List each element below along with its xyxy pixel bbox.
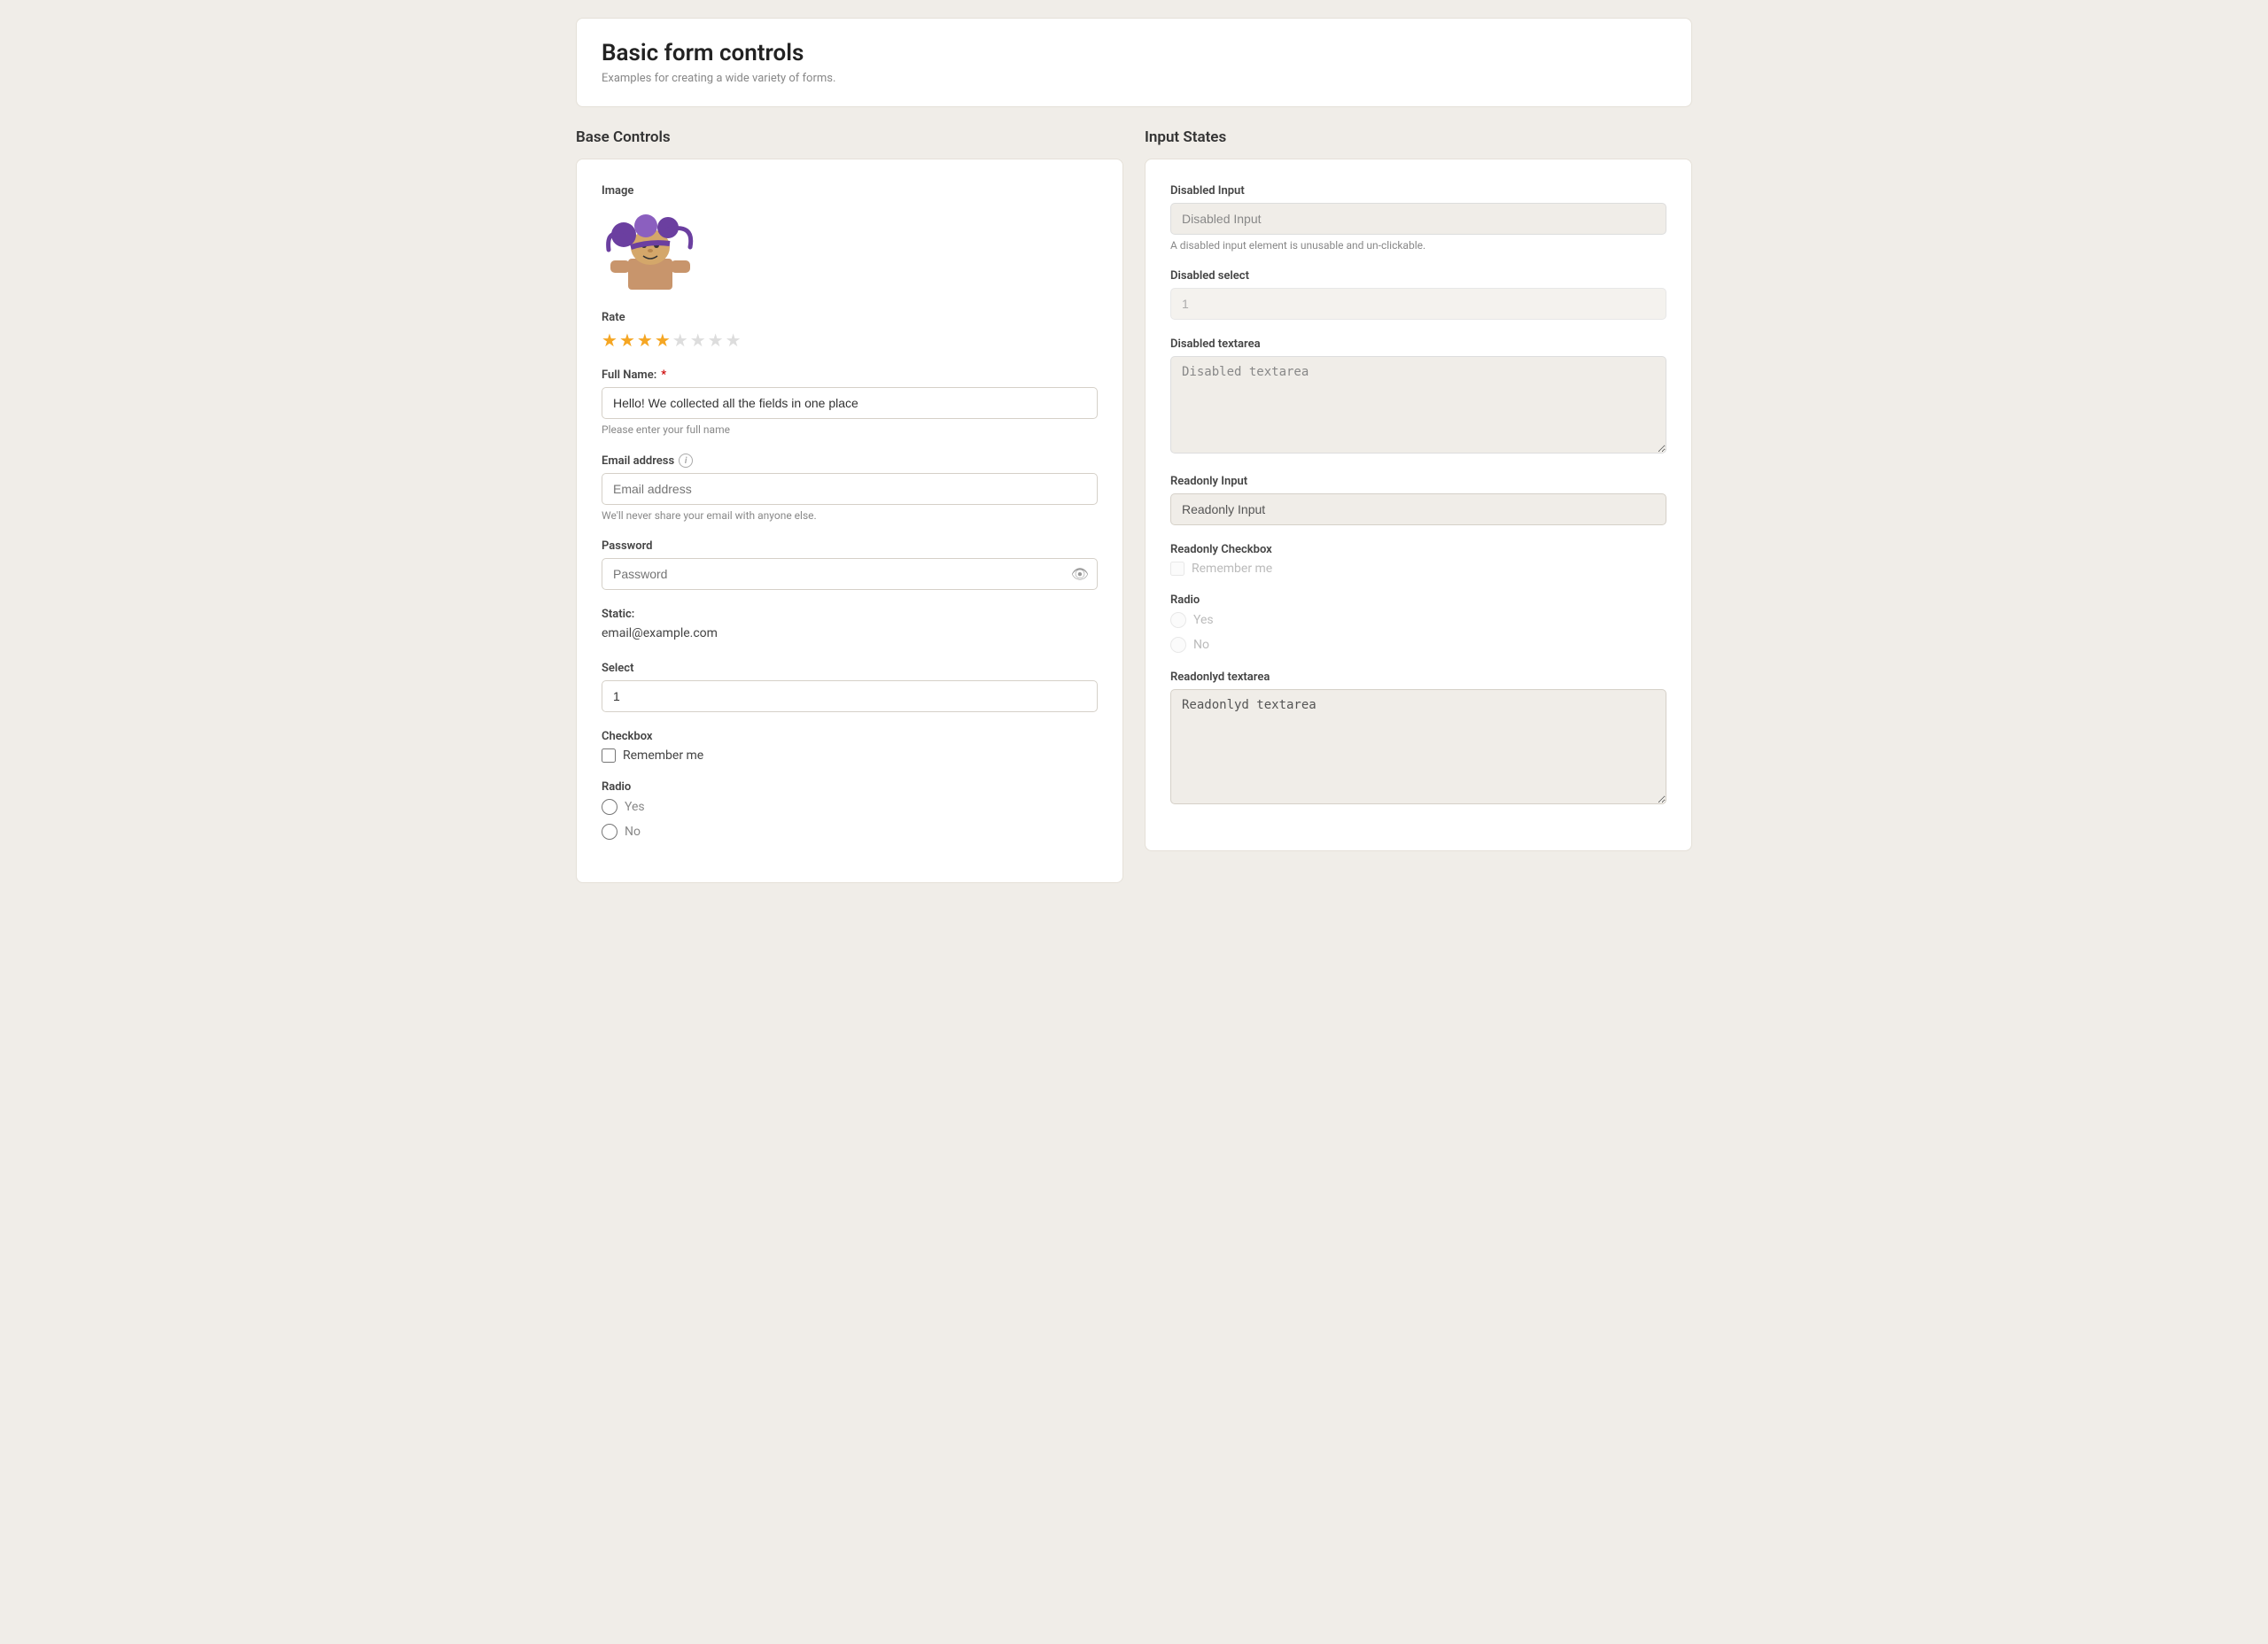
right-radio-label: Radio: [1170, 593, 1666, 607]
static-value: email@example.com: [602, 623, 1098, 644]
disabled-select-label: Disabled select: [1170, 269, 1666, 283]
right-radio-no-input: [1170, 637, 1186, 653]
right-section-title: Input States: [1145, 128, 1692, 146]
star-1[interactable]: ★: [602, 330, 617, 351]
checkbox-field-group: Checkbox Remember me: [602, 730, 1098, 763]
disabled-select-group: Disabled select 1: [1170, 269, 1666, 320]
page-header: Basic form controls Examples for creatin…: [576, 18, 1692, 107]
disabled-input-hint: A disabled input element is unusable and…: [1170, 239, 1666, 252]
password-input[interactable]: [602, 558, 1098, 590]
full-name-hint: Please enter your full name: [602, 423, 1098, 436]
radio-field-group: Radio Yes No: [602, 780, 1098, 840]
image-label: Image: [602, 184, 633, 198]
checkbox-input[interactable]: [602, 748, 616, 763]
readonly-checkbox-wrapper: Remember me: [1170, 562, 1666, 576]
readonly-checkbox-text: Remember me: [1192, 562, 1272, 576]
email-hint: We'll never share your email with anyone…: [602, 509, 1098, 522]
select-input[interactable]: 1 2 3: [602, 680, 1098, 712]
readonlyd-textarea-label: Readonlyd textarea: [1170, 671, 1666, 684]
readonly-input-label: Readonly Input: [1170, 475, 1666, 488]
right-radio-group-options: Yes No: [1170, 612, 1666, 653]
base-controls-card: Image: [576, 159, 1123, 883]
rate-field-group: Rate ★ ★ ★ ★ ★ ★ ★ ★: [602, 311, 1098, 351]
disabled-textarea-group: Disabled textarea Disabled textarea: [1170, 337, 1666, 457]
main-columns: Base Controls Image: [576, 128, 1692, 883]
static-field-group: Static: email@example.com: [602, 608, 1098, 644]
jester-avatar: [602, 210, 699, 290]
checkbox-label: Checkbox: [602, 730, 1098, 743]
email-label: Email address i: [602, 454, 1098, 468]
right-radio-no-label: No: [1193, 638, 1209, 652]
star-6[interactable]: ★: [690, 330, 706, 351]
select-field-group: Select 1 2 3: [602, 662, 1098, 712]
disabled-input-label: Disabled Input: [1170, 184, 1666, 198]
star-3[interactable]: ★: [637, 330, 653, 351]
image-field-group: Image: [602, 184, 1098, 297]
radio-yes-label[interactable]: Yes: [625, 800, 645, 814]
star-2[interactable]: ★: [619, 330, 635, 351]
radio-label: Radio: [602, 780, 1098, 794]
radio-yes-wrapper: Yes: [602, 799, 1098, 815]
readonly-input: [1170, 493, 1666, 525]
readonly-input-group: Readonly Input: [1170, 475, 1666, 525]
right-column: Input States Disabled Input A disabled i…: [1145, 128, 1692, 851]
checkbox-text[interactable]: Remember me: [623, 748, 703, 763]
readonly-checkbox-label: Readonly Checkbox: [1170, 543, 1666, 556]
full-name-label: Full Name: *: [602, 368, 1098, 382]
static-label: Static:: [602, 608, 1098, 621]
select-label: Select: [602, 662, 1098, 675]
radio-no-input[interactable]: [602, 824, 617, 840]
right-radio-no-wrapper: No: [1170, 637, 1666, 653]
readonlyd-textarea-group: Readonlyd textarea Readonlyd textarea: [1170, 671, 1666, 808]
left-column: Base Controls Image: [576, 128, 1123, 883]
email-input[interactable]: [602, 473, 1098, 505]
page-title: Basic form controls: [602, 40, 1666, 66]
password-label: Password: [602, 539, 1098, 553]
star-5[interactable]: ★: [672, 330, 688, 351]
password-field-group: Password 👁: [602, 539, 1098, 590]
checkbox-wrapper: Remember me: [602, 748, 1098, 763]
page-subtitle: Examples for creating a wide variety of …: [602, 72, 1666, 85]
disabled-select: 1: [1170, 288, 1666, 320]
disabled-input-group: Disabled Input A disabled input element …: [1170, 184, 1666, 252]
left-section-title: Base Controls: [576, 128, 1123, 146]
disabled-textarea-label: Disabled textarea: [1170, 337, 1666, 351]
disabled-input: [1170, 203, 1666, 235]
right-radio-yes-wrapper: Yes: [1170, 612, 1666, 628]
right-radio-group: Radio Yes No: [1170, 593, 1666, 653]
input-states-card: Disabled Input A disabled input element …: [1145, 159, 1692, 851]
star-7[interactable]: ★: [708, 330, 724, 351]
right-radio-yes-input: [1170, 612, 1186, 628]
full-name-field-group: Full Name: * Please enter your full name: [602, 368, 1098, 436]
disabled-textarea: Disabled textarea: [1170, 356, 1666, 454]
email-field-group: Email address i We'll never share your e…: [602, 454, 1098, 522]
full-name-input[interactable]: [602, 387, 1098, 419]
password-wrapper: 👁: [602, 558, 1098, 590]
required-marker: *: [661, 368, 666, 382]
rate-label: Rate: [602, 311, 1098, 324]
right-radio-yes-label: Yes: [1193, 613, 1214, 627]
radio-yes-input[interactable]: [602, 799, 617, 815]
star-rating[interactable]: ★ ★ ★ ★ ★ ★ ★ ★: [602, 330, 1098, 351]
star-4[interactable]: ★: [655, 330, 671, 351]
readonly-checkbox-group: Readonly Checkbox Remember me: [1170, 543, 1666, 576]
email-info-icon[interactable]: i: [679, 454, 693, 468]
password-toggle-icon[interactable]: 👁: [1071, 566, 1089, 583]
star-8[interactable]: ★: [726, 330, 742, 351]
readonlyd-textarea: Readonlyd textarea: [1170, 689, 1666, 804]
radio-no-wrapper: No: [602, 824, 1098, 840]
radio-group: Yes No: [602, 799, 1098, 840]
readonly-checkbox-input: [1170, 562, 1184, 576]
radio-no-label[interactable]: No: [625, 825, 641, 839]
